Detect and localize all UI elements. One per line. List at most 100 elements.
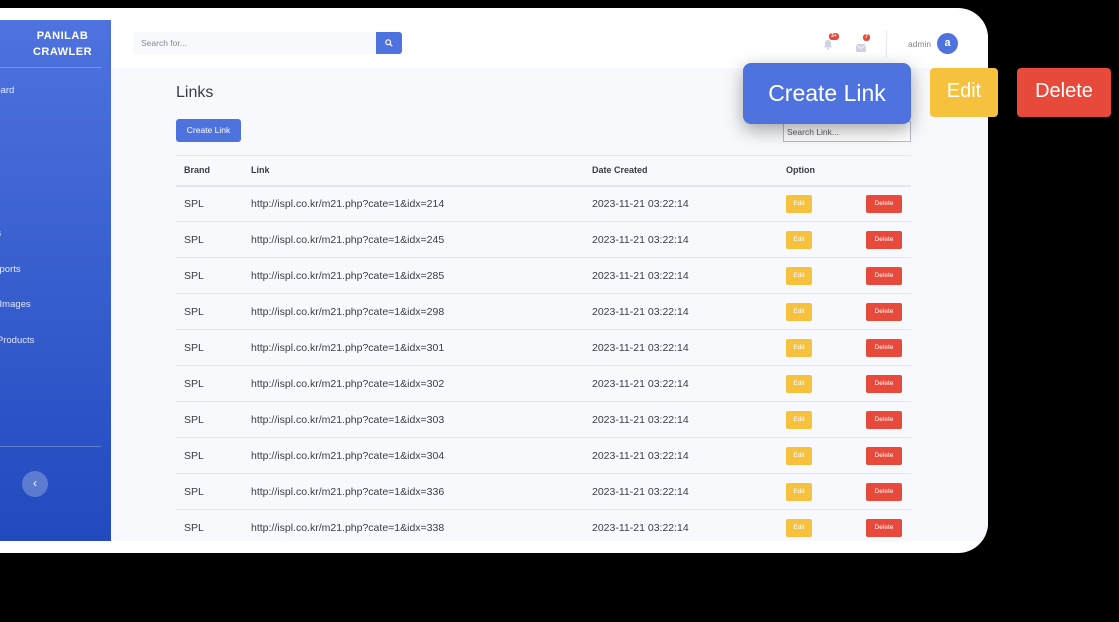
column-header-empty xyxy=(858,155,911,187)
sidebar-item[interactable]: size Images xyxy=(0,299,31,310)
cell-brand: SPL xyxy=(176,401,243,438)
alerts-button[interactable]: 3+ xyxy=(823,33,839,50)
cell-date-created: 2023-11-21 03:22:14 xyxy=(584,473,778,510)
search-icon xyxy=(385,39,393,47)
cell-edit: Edit xyxy=(778,185,858,222)
topbar: 3+ 7 admin a xyxy=(111,20,988,68)
edit-button[interactable]: Edit xyxy=(786,482,812,501)
cell-link: http://ispl.co.kr/m21.php?cate=1&idx=304 xyxy=(243,437,584,474)
topbar-search-input[interactable] xyxy=(133,32,377,54)
messages-badge: 7 xyxy=(863,34,870,41)
cell-delete: Delete xyxy=(858,185,911,222)
cell-brand: SPL xyxy=(176,473,243,510)
avatar[interactable]: a xyxy=(937,33,958,54)
create-link-button[interactable]: Create Link xyxy=(176,119,241,142)
cell-brand: SPL xyxy=(176,509,243,541)
topbar-divider xyxy=(886,30,887,58)
cell-link: http://ispl.co.kr/m21.php?cate=1&idx=338 xyxy=(243,509,584,541)
alerts-badge: 3+ xyxy=(829,33,839,40)
edit-button[interactable]: Edit xyxy=(786,518,812,537)
links-table: Brand Link Date Created Option SPL http:/… xyxy=(176,155,911,541)
edit-button[interactable]: Edit xyxy=(786,410,812,429)
cell-link: http://ispl.co.kr/m21.php?cate=1&idx=336 xyxy=(243,473,584,510)
table-row: SPL http://ispl.co.kr/m21.php?cate=1&idx=… xyxy=(176,257,911,294)
chevron-left-icon: ‹ xyxy=(33,476,37,490)
sidebar-item[interactable]: shboard xyxy=(0,85,14,96)
sidebar-item[interactable]: ports xyxy=(0,228,1,239)
edit-button[interactable]: Edit xyxy=(786,266,812,285)
cell-date-created: 2023-11-21 03:22:14 xyxy=(584,221,778,258)
sidebar: PANILAB CRAWLER shboardandgsksportsV Imp… xyxy=(0,20,111,541)
column-header-date-created[interactable]: Date Created xyxy=(584,155,778,187)
cell-delete: Delete xyxy=(858,365,911,402)
edit-button[interactable]: Edit xyxy=(786,230,812,249)
edit-callout: Edit xyxy=(930,68,998,117)
cell-brand: SPL xyxy=(176,329,243,366)
delete-button[interactable]: Delete xyxy=(866,446,902,465)
cell-brand: SPL xyxy=(176,365,243,402)
cell-delete: Delete xyxy=(858,257,911,294)
user-name[interactable]: admin xyxy=(908,39,931,49)
edit-button[interactable]: Edit xyxy=(786,374,812,393)
cell-edit: Edit xyxy=(778,437,858,474)
page-title: Links xyxy=(176,84,214,101)
sidebar-divider xyxy=(0,67,101,68)
delete-button[interactable]: Delete xyxy=(866,194,902,213)
delete-button[interactable]: Delete xyxy=(866,230,902,249)
delete-button[interactable]: Delete xyxy=(866,482,902,501)
delete-button[interactable]: Delete xyxy=(866,518,902,537)
table-row: SPL http://ispl.co.kr/m21.php?cate=1&idx=… xyxy=(176,293,911,330)
cell-edit: Edit xyxy=(778,221,858,258)
cell-date-created: 2023-11-21 03:22:14 xyxy=(584,437,778,474)
envelope-icon xyxy=(855,44,867,52)
cell-link: http://ispl.co.kr/m21.php?cate=1&idx=302 xyxy=(243,365,584,402)
table-row: SPL http://ispl.co.kr/m21.php?cate=1&idx=… xyxy=(176,365,911,402)
edit-button[interactable]: Edit xyxy=(786,338,812,357)
cell-delete: Delete xyxy=(858,509,911,541)
table-row: SPL http://ispl.co.kr/m21.php?cate=1&idx=… xyxy=(176,401,911,438)
sidebar-item[interactable]: V Imports xyxy=(0,264,21,275)
edit-button[interactable]: Edit xyxy=(786,446,812,465)
column-header-link[interactable]: Link xyxy=(243,155,584,187)
topbar-search-button[interactable] xyxy=(376,32,402,54)
cell-link: http://ispl.co.kr/m21.php?cate=1&idx=214 xyxy=(243,185,584,222)
delete-button[interactable]: Delete xyxy=(866,302,902,321)
column-header-option: Option xyxy=(778,155,858,187)
table-row: SPL http://ispl.co.kr/m21.php?cate=1&idx=… xyxy=(176,473,911,510)
edit-button[interactable]: Edit xyxy=(786,194,812,213)
cell-delete: Delete xyxy=(858,473,911,510)
cell-delete: Delete xyxy=(858,437,911,474)
main-content: Links Create Link Brand Link Date Create… xyxy=(111,68,988,541)
sidebar-item[interactable]: awl Products xyxy=(0,335,34,346)
brand-name-line1: PANILAB xyxy=(36,30,89,42)
cell-brand: SPL xyxy=(176,257,243,294)
cell-brand: SPL xyxy=(176,437,243,474)
cell-date-created: 2023-11-21 03:22:14 xyxy=(584,401,778,438)
column-header-brand[interactable]: Brand xyxy=(176,155,243,187)
search-link-input[interactable] xyxy=(783,121,911,142)
brand-name-line2: CRAWLER xyxy=(32,46,93,58)
create-link-callout: Create Link xyxy=(743,63,911,124)
sidebar-brand[interactable]: PANILAB CRAWLER xyxy=(0,28,111,60)
cell-edit: Edit xyxy=(778,365,858,402)
cell-link: http://ispl.co.kr/m21.php?cate=1&idx=298 xyxy=(243,293,584,330)
cell-date-created: 2023-11-21 03:22:14 xyxy=(584,257,778,294)
delete-button[interactable]: Delete xyxy=(866,410,902,429)
edit-button[interactable]: Edit xyxy=(786,302,812,321)
cell-edit: Edit xyxy=(778,509,858,541)
cell-edit: Edit xyxy=(778,473,858,510)
sidebar-toggle-button[interactable]: ‹ xyxy=(22,471,48,497)
delete-button[interactable]: Delete xyxy=(866,374,902,393)
cell-edit: Edit xyxy=(778,293,858,330)
cell-link: http://ispl.co.kr/m21.php?cate=1&idx=303 xyxy=(243,401,584,438)
cell-brand: SPL xyxy=(176,221,243,258)
cell-date-created: 2023-11-21 03:22:14 xyxy=(584,293,778,330)
delete-button[interactable]: Delete xyxy=(866,266,902,285)
cell-date-created: 2023-11-21 03:22:14 xyxy=(584,365,778,402)
delete-button[interactable]: Delete xyxy=(866,338,902,357)
cell-brand: SPL xyxy=(176,293,243,330)
cell-edit: Edit xyxy=(778,401,858,438)
messages-button[interactable]: 7 xyxy=(855,34,870,52)
table-row: SPL http://ispl.co.kr/m21.php?cate=1&idx=… xyxy=(176,221,911,258)
table-row: SPL http://ispl.co.kr/m21.php?cate=1&idx=… xyxy=(176,437,911,474)
